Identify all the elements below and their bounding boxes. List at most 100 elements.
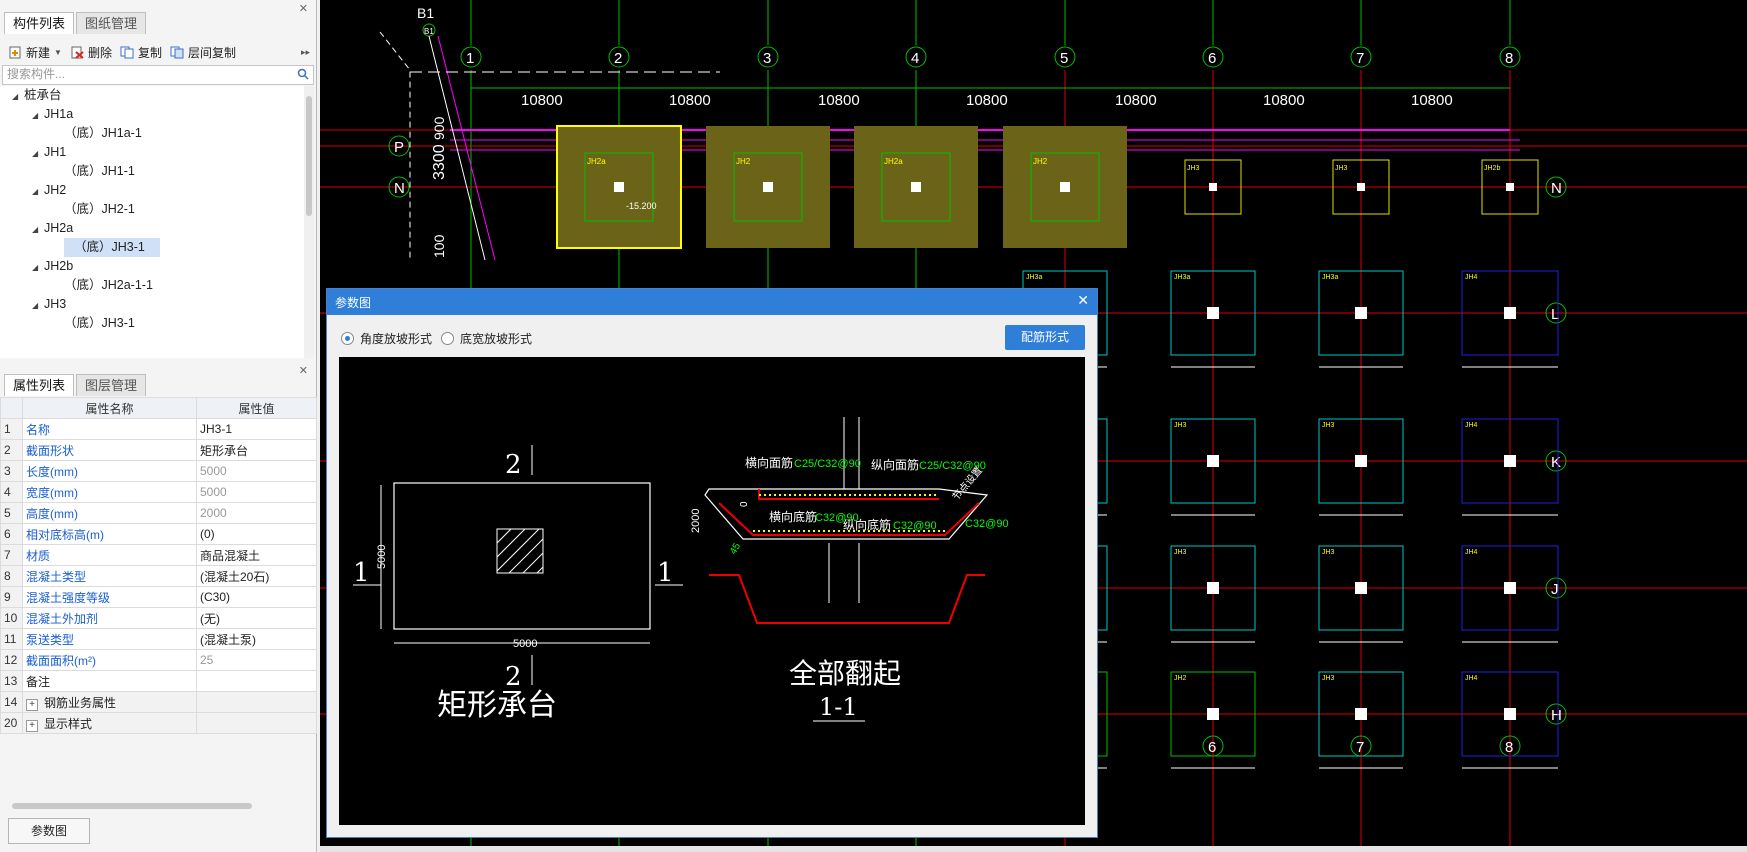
axis-number: 3 — [763, 50, 771, 67]
tree-group[interactable]: ◢ JH1a — [32, 105, 73, 124]
span-dim: 10800 — [1115, 92, 1157, 109]
group-name[interactable]: + 钢筋业务属性 — [22, 691, 197, 713]
property-value[interactable]: 矩形承台 — [196, 439, 317, 461]
pile-marker — [1060, 182, 1070, 192]
side-dim: 100 — [431, 234, 447, 258]
angle-label: 45 — [728, 541, 743, 557]
collapse-icon[interactable]: ◢ — [32, 106, 44, 125]
pile-marker — [1504, 455, 1516, 467]
search-icon[interactable] — [297, 68, 309, 83]
property-value[interactable]: (混凝土泵) — [196, 628, 317, 650]
label-zx-bot: 纵向底筋 — [843, 517, 891, 532]
table-row[interactable]: 13 备注 — [0, 670, 317, 692]
collapse-icon[interactable]: ◢ — [32, 220, 44, 239]
property-value[interactable]: 商品混凝土 — [196, 544, 317, 566]
table-row[interactable]: 7 材质 商品混凝土 — [0, 544, 317, 566]
group-name[interactable]: + 显示样式 — [22, 712, 197, 734]
panel-close-icon[interactable]: ✕ — [299, 2, 308, 15]
search-input[interactable] — [3, 66, 291, 82]
property-value[interactable]: 2000 — [196, 502, 317, 524]
tree-item[interactable]: （底）JH1-1 — [64, 162, 135, 181]
collapse-icon[interactable]: ◢ — [32, 258, 44, 277]
section-mark-right: 1 — [657, 558, 674, 588]
component-tabs: 构件列表 图纸管理 — [4, 12, 148, 34]
cap-label: JH4 — [1465, 422, 1478, 429]
tree-item[interactable]: （底）JH3-1 — [64, 314, 135, 333]
copy-button[interactable]: 复制 — [120, 44, 162, 61]
pile-marker — [1207, 307, 1219, 319]
collapse-icon[interactable]: ◢ — [32, 144, 44, 163]
tree-group[interactable]: ◢ JH3 — [32, 295, 66, 314]
table-row[interactable]: 6 相对底标高(m) (0) — [0, 523, 317, 545]
tree-item[interactable]: （底）JH2a-1-1 — [64, 276, 153, 295]
close-icon[interactable]: ✕ — [1077, 292, 1089, 309]
property-value[interactable] — [196, 670, 317, 692]
table-row[interactable]: 5 高度(mm) 2000 — [0, 502, 317, 524]
collapse-icon[interactable]: ◢ — [32, 182, 44, 201]
property-value[interactable]: (无) — [196, 607, 317, 629]
copy-icon — [120, 46, 134, 59]
tree-group[interactable]: ◢ JH2b — [32, 257, 73, 276]
param-diagram-button[interactable]: 参数图 — [8, 818, 90, 844]
tree-scrollbar[interactable] — [304, 86, 314, 358]
horizontal-scrollbar[interactable] — [2, 800, 314, 812]
row-number: 9 — [0, 586, 23, 608]
property-value[interactable]: (C30) — [196, 586, 317, 608]
scroll-thumb[interactable] — [306, 96, 312, 216]
new-button[interactable]: 新建 ▼ — [8, 44, 62, 61]
table-row[interactable]: 1 名称 JH3-1 — [0, 418, 317, 440]
more-tools-button[interactable]: ▸▸ — [301, 47, 310, 58]
tree-group[interactable]: ◢ JH2a — [32, 219, 73, 238]
radio-bottom-width-slope[interactable]: 底宽放坡形式 — [441, 330, 532, 347]
tree-item[interactable]: （底）JH2-1 — [64, 200, 135, 219]
expand-icon[interactable]: + — [26, 698, 38, 711]
tree-item-selected[interactable]: （底）JH3-1 — [64, 238, 160, 257]
cap-label: JH3a — [1174, 274, 1190, 281]
pile-marker — [1207, 582, 1219, 594]
chevron-down-icon[interactable]: ▼ — [54, 48, 62, 57]
tab-layer-management[interactable]: 图层管理 — [76, 374, 147, 396]
delete-button[interactable]: 删除 — [70, 44, 112, 61]
tab-property-list[interactable]: 属性列表 — [4, 374, 75, 396]
property-value[interactable]: 5000 — [196, 460, 317, 482]
table-row[interactable]: 12 截面面积(m²) 25 — [0, 649, 317, 671]
new-icon — [8, 46, 22, 59]
rebar-form-button[interactable]: 配筋形式 — [1005, 325, 1085, 350]
property-value[interactable]: 25 — [196, 649, 317, 671]
table-row[interactable]: 9 混凝土强度等级 (C30) — [0, 586, 317, 608]
pile-marker — [1504, 307, 1516, 319]
radio-checked-icon[interactable] — [341, 332, 354, 345]
property-value[interactable]: JH3-1 — [196, 418, 317, 440]
table-row[interactable]: 10 混凝土外加剂 (无) — [0, 607, 317, 629]
table-row[interactable]: 2 截面形状 矩形承台 — [0, 439, 317, 461]
scroll-thumb[interactable] — [12, 803, 252, 809]
property-name: 混凝土外加剂 — [22, 607, 197, 629]
span-dim: 10800 — [669, 92, 711, 109]
expand-icon[interactable]: + — [26, 719, 38, 732]
property-value[interactable]: 5000 — [196, 481, 317, 503]
cap-label: JH3 — [1335, 165, 1348, 172]
panel-close-icon[interactable]: ✕ — [299, 364, 308, 377]
radio-unchecked-icon[interactable] — [441, 332, 454, 345]
tab-drawing-management[interactable]: 图纸管理 — [76, 12, 147, 34]
row-number: 2 — [0, 439, 23, 461]
property-value[interactable]: (混凝土20石) — [196, 565, 317, 587]
dialog-titlebar: 参数图 ✕ — [327, 289, 1097, 315]
group-row[interactable]: 14 + 钢筋业务属性 — [0, 691, 317, 713]
collapse-icon[interactable]: ◢ — [32, 296, 44, 315]
tab-component-list[interactable]: 构件列表 — [4, 12, 75, 34]
collapse-icon[interactable]: ◢ — [12, 87, 24, 106]
tree-group[interactable]: ◢ JH1 — [32, 143, 66, 162]
group-row[interactable]: 20 + 显示样式 — [0, 712, 317, 734]
table-row[interactable]: 3 长度(mm) 5000 — [0, 460, 317, 482]
floor-copy-button[interactable]: 层间复制 — [170, 44, 236, 61]
tree-item[interactable]: （底）JH1a-1 — [64, 124, 142, 143]
row-number: 10 — [0, 607, 23, 629]
table-row[interactable]: 11 泵送类型 (混凝土泵) — [0, 628, 317, 650]
radio-angle-slope[interactable]: 角度放坡形式 — [341, 330, 432, 347]
table-row[interactable]: 4 宽度(mm) 5000 — [0, 481, 317, 503]
table-row[interactable]: 8 混凝土类型 (混凝土20石) — [0, 565, 317, 587]
tree-root[interactable]: ◢ 桩承台 — [12, 86, 62, 105]
tree-group[interactable]: ◢ JH2 — [32, 181, 66, 200]
property-value[interactable]: (0) — [196, 523, 317, 545]
